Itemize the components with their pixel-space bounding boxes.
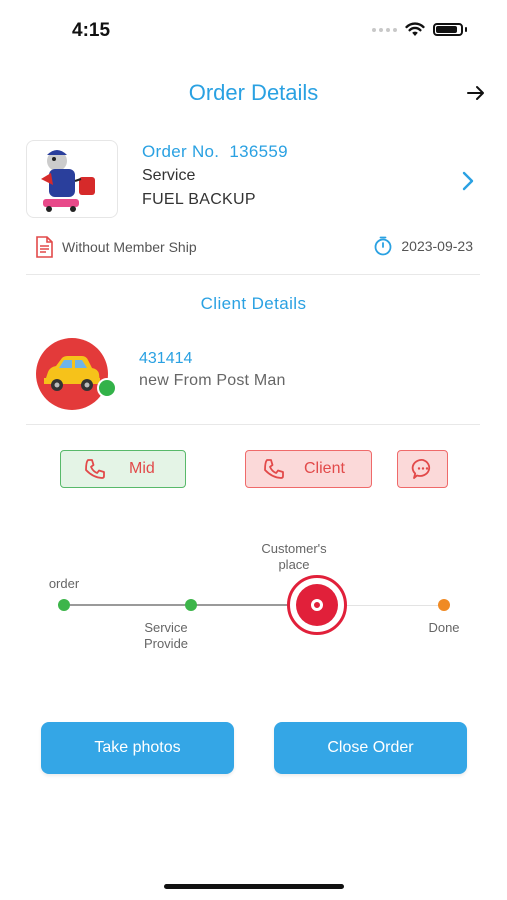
step-dot-order bbox=[58, 599, 70, 611]
signal-icon bbox=[372, 27, 397, 32]
progress-track-completed bbox=[196, 604, 291, 606]
chat-button[interactable] bbox=[397, 450, 448, 488]
step-label-service-provide: Service Provide bbox=[143, 620, 189, 651]
progress-track-completed bbox=[70, 604, 185, 606]
client-label: Client bbox=[304, 460, 345, 477]
membership-info: Without Member Ship bbox=[34, 236, 197, 258]
take-photos-button[interactable]: Take photos bbox=[41, 722, 234, 774]
mid-label: Mid bbox=[129, 460, 155, 477]
wifi-icon bbox=[405, 22, 425, 36]
chevron-right-icon[interactable] bbox=[461, 170, 475, 198]
client-id: 431414 bbox=[139, 350, 193, 367]
service-thumbnail bbox=[26, 140, 118, 218]
status-icons bbox=[372, 22, 467, 37]
home-indicator bbox=[164, 884, 344, 889]
divider bbox=[26, 274, 480, 275]
page-title: Order Details bbox=[188, 80, 319, 105]
service-name: FUEL BACKUP bbox=[142, 191, 256, 208]
order-date: 2023-09-23 bbox=[373, 236, 473, 256]
online-status-dot bbox=[97, 378, 117, 398]
close-order-button[interactable]: Close Order bbox=[274, 722, 467, 774]
step-label-done: Done bbox=[428, 620, 460, 635]
timer-icon bbox=[374, 236, 392, 256]
step-dot-customers-place bbox=[287, 575, 347, 635]
step-label-customers-place: Customer's place bbox=[261, 541, 327, 572]
membership-text: Without Member Ship bbox=[62, 239, 197, 255]
call-mid-button[interactable]: Mid bbox=[60, 450, 186, 488]
battery-icon bbox=[433, 23, 463, 36]
divider bbox=[26, 424, 480, 425]
phone-icon bbox=[264, 459, 284, 479]
client-name: new From Post Man bbox=[139, 372, 286, 389]
status-time: 4:15 bbox=[72, 20, 111, 41]
step-dot-service-provide bbox=[185, 599, 197, 611]
arrow-right-icon[interactable] bbox=[467, 82, 485, 108]
service-label: Service bbox=[142, 167, 196, 184]
document-icon bbox=[36, 236, 53, 258]
call-client-button[interactable]: Client bbox=[245, 450, 372, 488]
step-label-order: order bbox=[48, 576, 80, 591]
client-details-title: Client Details bbox=[200, 294, 307, 313]
client-avatar bbox=[36, 338, 108, 410]
progress-track-pending bbox=[346, 605, 438, 606]
date-text: 2023-09-23 bbox=[401, 238, 473, 254]
order-number: Order No. 136559 bbox=[142, 142, 288, 161]
chat-icon bbox=[411, 459, 430, 479]
phone-icon bbox=[85, 459, 105, 479]
step-dot-done bbox=[438, 599, 450, 611]
